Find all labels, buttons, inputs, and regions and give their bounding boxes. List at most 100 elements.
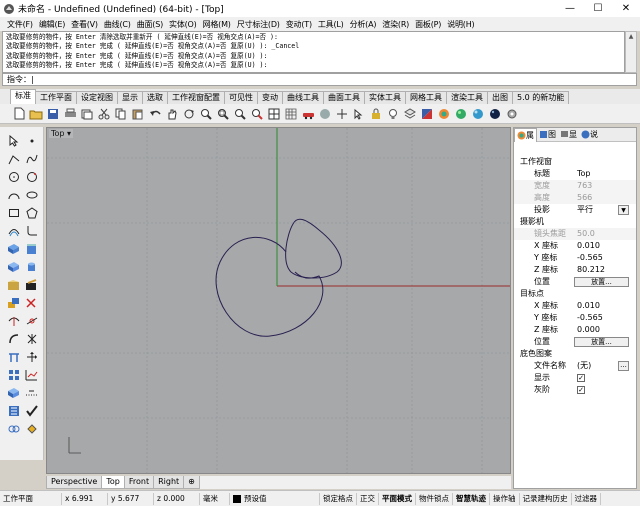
command-history-scrollbar[interactable]: ▲: [625, 31, 637, 73]
menu-curve[interactable]: 曲线(C): [101, 19, 134, 30]
target-place-button[interactable]: 放置...: [574, 337, 629, 347]
camera-place-button[interactable]: 放置...: [574, 277, 629, 287]
browse-button[interactable]: ...: [618, 361, 629, 371]
check-icon[interactable]: [24, 403, 39, 418]
circle-3pt-icon[interactable]: [24, 169, 39, 184]
menu-render[interactable]: 渲染(R): [379, 19, 412, 30]
menu-help[interactable]: 说明(H): [444, 19, 477, 30]
show-checkbox[interactable]: ✓: [577, 374, 585, 382]
layer-panel-icon[interactable]: [6, 403, 21, 418]
print-icon[interactable]: [63, 107, 77, 121]
projection-select[interactable]: 平行: [577, 204, 593, 216]
command-prompt[interactable]: 指令：|: [2, 73, 637, 86]
explode-icon[interactable]: [24, 331, 39, 346]
toggle-record-history[interactable]: 记录建构历史: [520, 492, 572, 505]
color-swatch-icon[interactable]: [420, 107, 434, 121]
menu-solid[interactable]: 实体(O): [166, 19, 200, 30]
lock-icon[interactable]: [369, 107, 383, 121]
tab-select[interactable]: 选取: [142, 91, 168, 104]
mesh-icon[interactable]: [6, 277, 21, 292]
material-icon[interactable]: [454, 107, 468, 121]
edit-mesh-icon[interactable]: [24, 277, 39, 292]
tab-mesh-tools[interactable]: 网格工具: [405, 91, 447, 104]
toggle-planar[interactable]: 平面模式: [379, 492, 416, 505]
minimize-button[interactable]: —: [556, 0, 584, 17]
target-x-value[interactable]: 0.010: [577, 300, 600, 312]
dark-sphere-icon[interactable]: [488, 107, 502, 121]
menu-mesh[interactable]: 网格(M): [200, 19, 234, 30]
camera-z-value[interactable]: 80.212: [577, 264, 605, 276]
toggle-osnap[interactable]: 物件锁点: [416, 492, 453, 505]
tab-drafting[interactable]: 出图: [487, 91, 513, 104]
layer-icon[interactable]: [80, 107, 94, 121]
target-z-value[interactable]: 0.000: [577, 324, 600, 336]
target-y-value[interactable]: -0.565: [577, 312, 603, 324]
viewport-tab-front[interactable]: Front: [123, 476, 155, 489]
tab-standard[interactable]: 标准: [10, 89, 36, 104]
tab-set-view[interactable]: 设定视图: [76, 91, 118, 104]
zoom-selected-icon[interactable]: [250, 107, 264, 121]
new-file-icon[interactable]: [12, 107, 26, 121]
menu-panels[interactable]: 面板(P): [412, 19, 444, 30]
cut-icon[interactable]: [97, 107, 111, 121]
viewport-tab-right[interactable]: Right: [153, 476, 185, 489]
dropdown-arrow-icon[interactable]: ▼: [618, 205, 629, 215]
zoom-icon[interactable]: [199, 107, 213, 121]
tab-cplanes[interactable]: 工作平面: [35, 91, 77, 104]
paste-icon[interactable]: [131, 107, 145, 121]
dimension-icon[interactable]: [6, 349, 21, 364]
move-gumball-icon[interactable]: [24, 349, 39, 364]
menu-dimension[interactable]: 尺寸标注(D): [234, 19, 283, 30]
ellipse-icon[interactable]: [24, 187, 39, 202]
render-sphere-icon[interactable]: [471, 107, 485, 121]
viewport-tab-perspective[interactable]: Perspective: [46, 476, 103, 489]
offset-curve-icon[interactable]: [6, 223, 21, 238]
zoom-window-icon[interactable]: [216, 107, 230, 121]
rhino-app-icon[interactable]: [3, 3, 15, 15]
grayscale-checkbox[interactable]: ✓: [577, 386, 585, 394]
split-icon[interactable]: [24, 313, 39, 328]
options-icon[interactable]: [505, 107, 519, 121]
menu-edit[interactable]: 编辑(E): [36, 19, 68, 30]
add-viewport-tab-icon[interactable]: ⊕: [183, 476, 200, 489]
command-history[interactable]: 选取要修剪的物件，按 Enter 清除选取并重新开 ( 延伸直线(E)=否 视角…: [2, 31, 625, 73]
move-icon[interactable]: [335, 107, 349, 121]
tab-curve-tools[interactable]: 曲线工具: [282, 91, 324, 104]
tab-visibility[interactable]: 可见性: [224, 91, 258, 104]
select-arrow-icon[interactable]: [6, 133, 21, 148]
panel-tab-layers[interactable]: 图: [537, 129, 558, 140]
panel-tab-help[interactable]: 说: [579, 129, 600, 140]
boolean-union-icon[interactable]: [6, 295, 21, 310]
shaded-icon[interactable]: [318, 107, 332, 121]
tab-display[interactable]: 显示: [117, 91, 143, 104]
menu-view[interactable]: 查看(V): [68, 19, 101, 30]
solid-box-icon[interactable]: [6, 259, 21, 274]
menu-file[interactable]: 文件(F): [4, 19, 36, 30]
fillet-icon[interactable]: [24, 223, 39, 238]
undo-icon[interactable]: [148, 107, 162, 121]
camera-x-value[interactable]: 0.010: [577, 240, 600, 252]
maximize-button[interactable]: ☐: [584, 0, 612, 17]
point-icon[interactable]: [24, 133, 39, 148]
array-icon[interactable]: [6, 367, 21, 382]
grid-icon[interactable]: [284, 107, 298, 121]
close-button[interactable]: ✕: [612, 0, 640, 17]
menu-analyze[interactable]: 分析(A): [347, 19, 380, 30]
dotted-line-icon[interactable]: [24, 385, 39, 400]
layer-state-icon[interactable]: [403, 107, 417, 121]
menu-tools[interactable]: 工具(L): [315, 19, 347, 30]
arc-icon[interactable]: [6, 187, 21, 202]
rectangle-icon[interactable]: [6, 205, 21, 220]
title-value[interactable]: Top: [577, 168, 591, 180]
toggle-filter[interactable]: 过滤器: [572, 492, 601, 505]
rotate-view-icon[interactable]: [182, 107, 196, 121]
circle-icon[interactable]: [6, 169, 21, 184]
pan-hand-icon[interactable]: [165, 107, 179, 121]
tab-viewport-layout[interactable]: 工作视窗配置: [167, 91, 225, 104]
link-icon[interactable]: [6, 421, 21, 436]
curve-icon[interactable]: [24, 151, 39, 166]
tab-new-in-v5[interactable]: 5.0 的新功能: [512, 91, 570, 104]
copy-icon[interactable]: [114, 107, 128, 121]
paint-bucket-icon[interactable]: [24, 421, 39, 436]
tab-solid-tools[interactable]: 实体工具: [364, 91, 406, 104]
